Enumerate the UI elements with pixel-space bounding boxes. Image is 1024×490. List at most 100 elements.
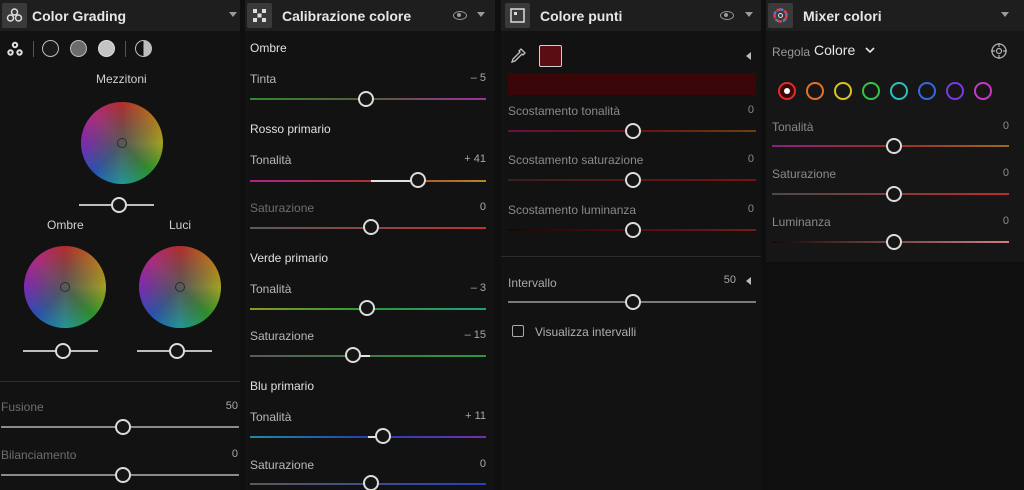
range-label: Intervallo	[508, 276, 557, 290]
color-preview-bar	[508, 73, 756, 95]
blue-saturation-thumb[interactable]	[363, 475, 379, 490]
calibration-header[interactable]: Calibrazione colore	[245, 0, 495, 31]
mixer-hue-thumb[interactable]	[886, 138, 902, 154]
blue-hue-value[interactable]: + 11	[465, 410, 486, 422]
global-mode-button[interactable]	[135, 40, 152, 57]
shadows-heading: Ombre	[250, 41, 287, 55]
shadows-tint-value[interactable]: – 5	[471, 72, 486, 84]
blending-value[interactable]: 50	[226, 400, 238, 412]
shadows-label: Ombre	[47, 218, 84, 232]
color-swatch-2[interactable]	[834, 82, 852, 100]
green-hue-value[interactable]: – 3	[471, 282, 486, 294]
saturation-shift-value[interactable]: 0	[748, 153, 754, 165]
calibration-panel: Calibrazione colore Ombre Tinta – 5 Ross…	[245, 0, 495, 490]
luminance-shift-label: Scostamento luminanza	[508, 203, 637, 217]
midtones-label: Mezzitoni	[96, 72, 147, 86]
mixer-luminance-label: Luminanza	[772, 215, 831, 229]
show-ranges-checkbox[interactable]	[512, 325, 524, 337]
hue-shift-thumb[interactable]	[625, 123, 641, 139]
green-primary-heading: Verde primario	[250, 251, 329, 265]
adjust-dropdown-value: Colore	[814, 42, 856, 58]
saturation-shift-label: Scostamento saturazione	[508, 153, 644, 167]
three-way-mode-icon[interactable]	[5, 39, 25, 59]
visibility-eye-icon[interactable]	[720, 11, 734, 20]
color-swatch-3[interactable]	[862, 82, 880, 100]
blue-saturation-value[interactable]: 0	[480, 458, 486, 470]
color-mixer-header[interactable]: Mixer colori	[766, 0, 1024, 31]
point-color-icon	[505, 3, 530, 28]
panel-title: Colore punti	[540, 8, 623, 24]
section-divider	[0, 381, 240, 382]
mixer-saturation-thumb[interactable]	[886, 186, 902, 202]
shadows-mode-button[interactable]	[42, 40, 59, 57]
panel-title: Color Grading	[32, 8, 127, 24]
collapse-chevron-icon[interactable]	[477, 12, 485, 17]
green-hue-thumb[interactable]	[359, 300, 375, 316]
red-hue-thumb[interactable]	[410, 172, 426, 188]
red-saturation-thumb[interactable]	[363, 219, 379, 235]
shadows-luminance-thumb[interactable]	[55, 343, 71, 359]
blending-label: Fusione	[1, 400, 44, 414]
color-swatch-4[interactable]	[890, 82, 908, 100]
color-swatch-5[interactable]	[918, 82, 936, 100]
green-saturation-value[interactable]: – 15	[465, 329, 486, 341]
mode-divider	[33, 41, 34, 57]
collapse-chevron-icon[interactable]	[229, 12, 237, 17]
adjust-dropdown[interactable]: Colore	[814, 42, 876, 60]
range-thumb[interactable]	[625, 294, 641, 310]
expand-triangle-icon[interactable]	[746, 277, 751, 285]
red-saturation-label: Saturazione	[250, 201, 315, 215]
color-grading-panel: Color Grading Mezzitoni Ombre Luci Fusio…	[0, 0, 240, 490]
visibility-eye-icon[interactable]	[453, 11, 467, 20]
highlights-label: Luci	[169, 218, 192, 232]
target-adjustment-icon[interactable]	[990, 42, 1008, 60]
mode-divider	[125, 41, 126, 57]
red-hue-value[interactable]: + 41	[464, 153, 486, 165]
color-swatch-0[interactable]	[778, 82, 796, 100]
color-swatch-6[interactable]	[946, 82, 964, 100]
luminance-shift-value[interactable]: 0	[748, 203, 754, 215]
show-ranges-label: Visualizza intervalli	[535, 325, 637, 339]
selected-color-swatch[interactable]	[539, 45, 562, 67]
blue-saturation-label: Saturazione	[250, 458, 315, 472]
shadows-tint-thumb[interactable]	[358, 91, 374, 107]
wheel-center-handle[interactable]	[117, 138, 127, 148]
mixer-luminance-value[interactable]: 0	[1003, 215, 1009, 227]
color-mixer-panel: Mixer colori Regola Colore Tonalità 0 Sa…	[766, 0, 1024, 262]
adjust-label: Regola	[772, 45, 811, 59]
color-swatch-1[interactable]	[806, 82, 824, 100]
eyedropper-icon[interactable]	[509, 47, 527, 65]
saturation-shift-thumb[interactable]	[625, 172, 641, 188]
red-saturation-value[interactable]: 0	[480, 201, 486, 213]
color-grading-header[interactable]: Color Grading	[0, 0, 240, 31]
red-primary-heading: Rosso primario	[250, 122, 331, 136]
luminance-shift-thumb[interactable]	[625, 222, 641, 238]
blue-hue-thumb[interactable]	[375, 428, 391, 444]
red-hue-track[interactable]	[250, 180, 486, 182]
green-saturation-thumb[interactable]	[345, 347, 361, 363]
hue-shift-value[interactable]: 0	[748, 104, 754, 116]
wheel-center-handle[interactable]	[60, 282, 70, 292]
color-swatch-7[interactable]	[974, 82, 992, 100]
midtones-luminance-thumb[interactable]	[111, 197, 127, 213]
wheel-center-handle[interactable]	[175, 282, 185, 292]
expand-triangle-icon[interactable]	[746, 52, 751, 60]
range-value[interactable]: 50	[724, 274, 736, 286]
panel-title: Mixer colori	[803, 8, 882, 24]
midtones-mode-button[interactable]	[70, 40, 87, 57]
color-mixer-icon	[768, 3, 793, 28]
highlights-luminance-thumb[interactable]	[169, 343, 185, 359]
mixer-saturation-value[interactable]: 0	[1003, 167, 1009, 179]
point-color-header[interactable]: Colore punti	[501, 0, 761, 31]
mixer-luminance-thumb[interactable]	[886, 234, 902, 250]
mixer-hue-label: Tonalità	[772, 120, 814, 134]
balance-thumb[interactable]	[115, 467, 131, 483]
mixer-hue-value[interactable]: 0	[1003, 120, 1009, 132]
color-grading-icon	[2, 3, 27, 28]
blending-thumb[interactable]	[115, 419, 131, 435]
balance-value[interactable]: 0	[232, 448, 238, 460]
shadows-tint-label: Tinta	[250, 72, 277, 86]
collapse-chevron-icon[interactable]	[1001, 12, 1009, 17]
collapse-chevron-icon[interactable]	[745, 12, 753, 17]
highlights-mode-button[interactable]	[98, 40, 115, 57]
